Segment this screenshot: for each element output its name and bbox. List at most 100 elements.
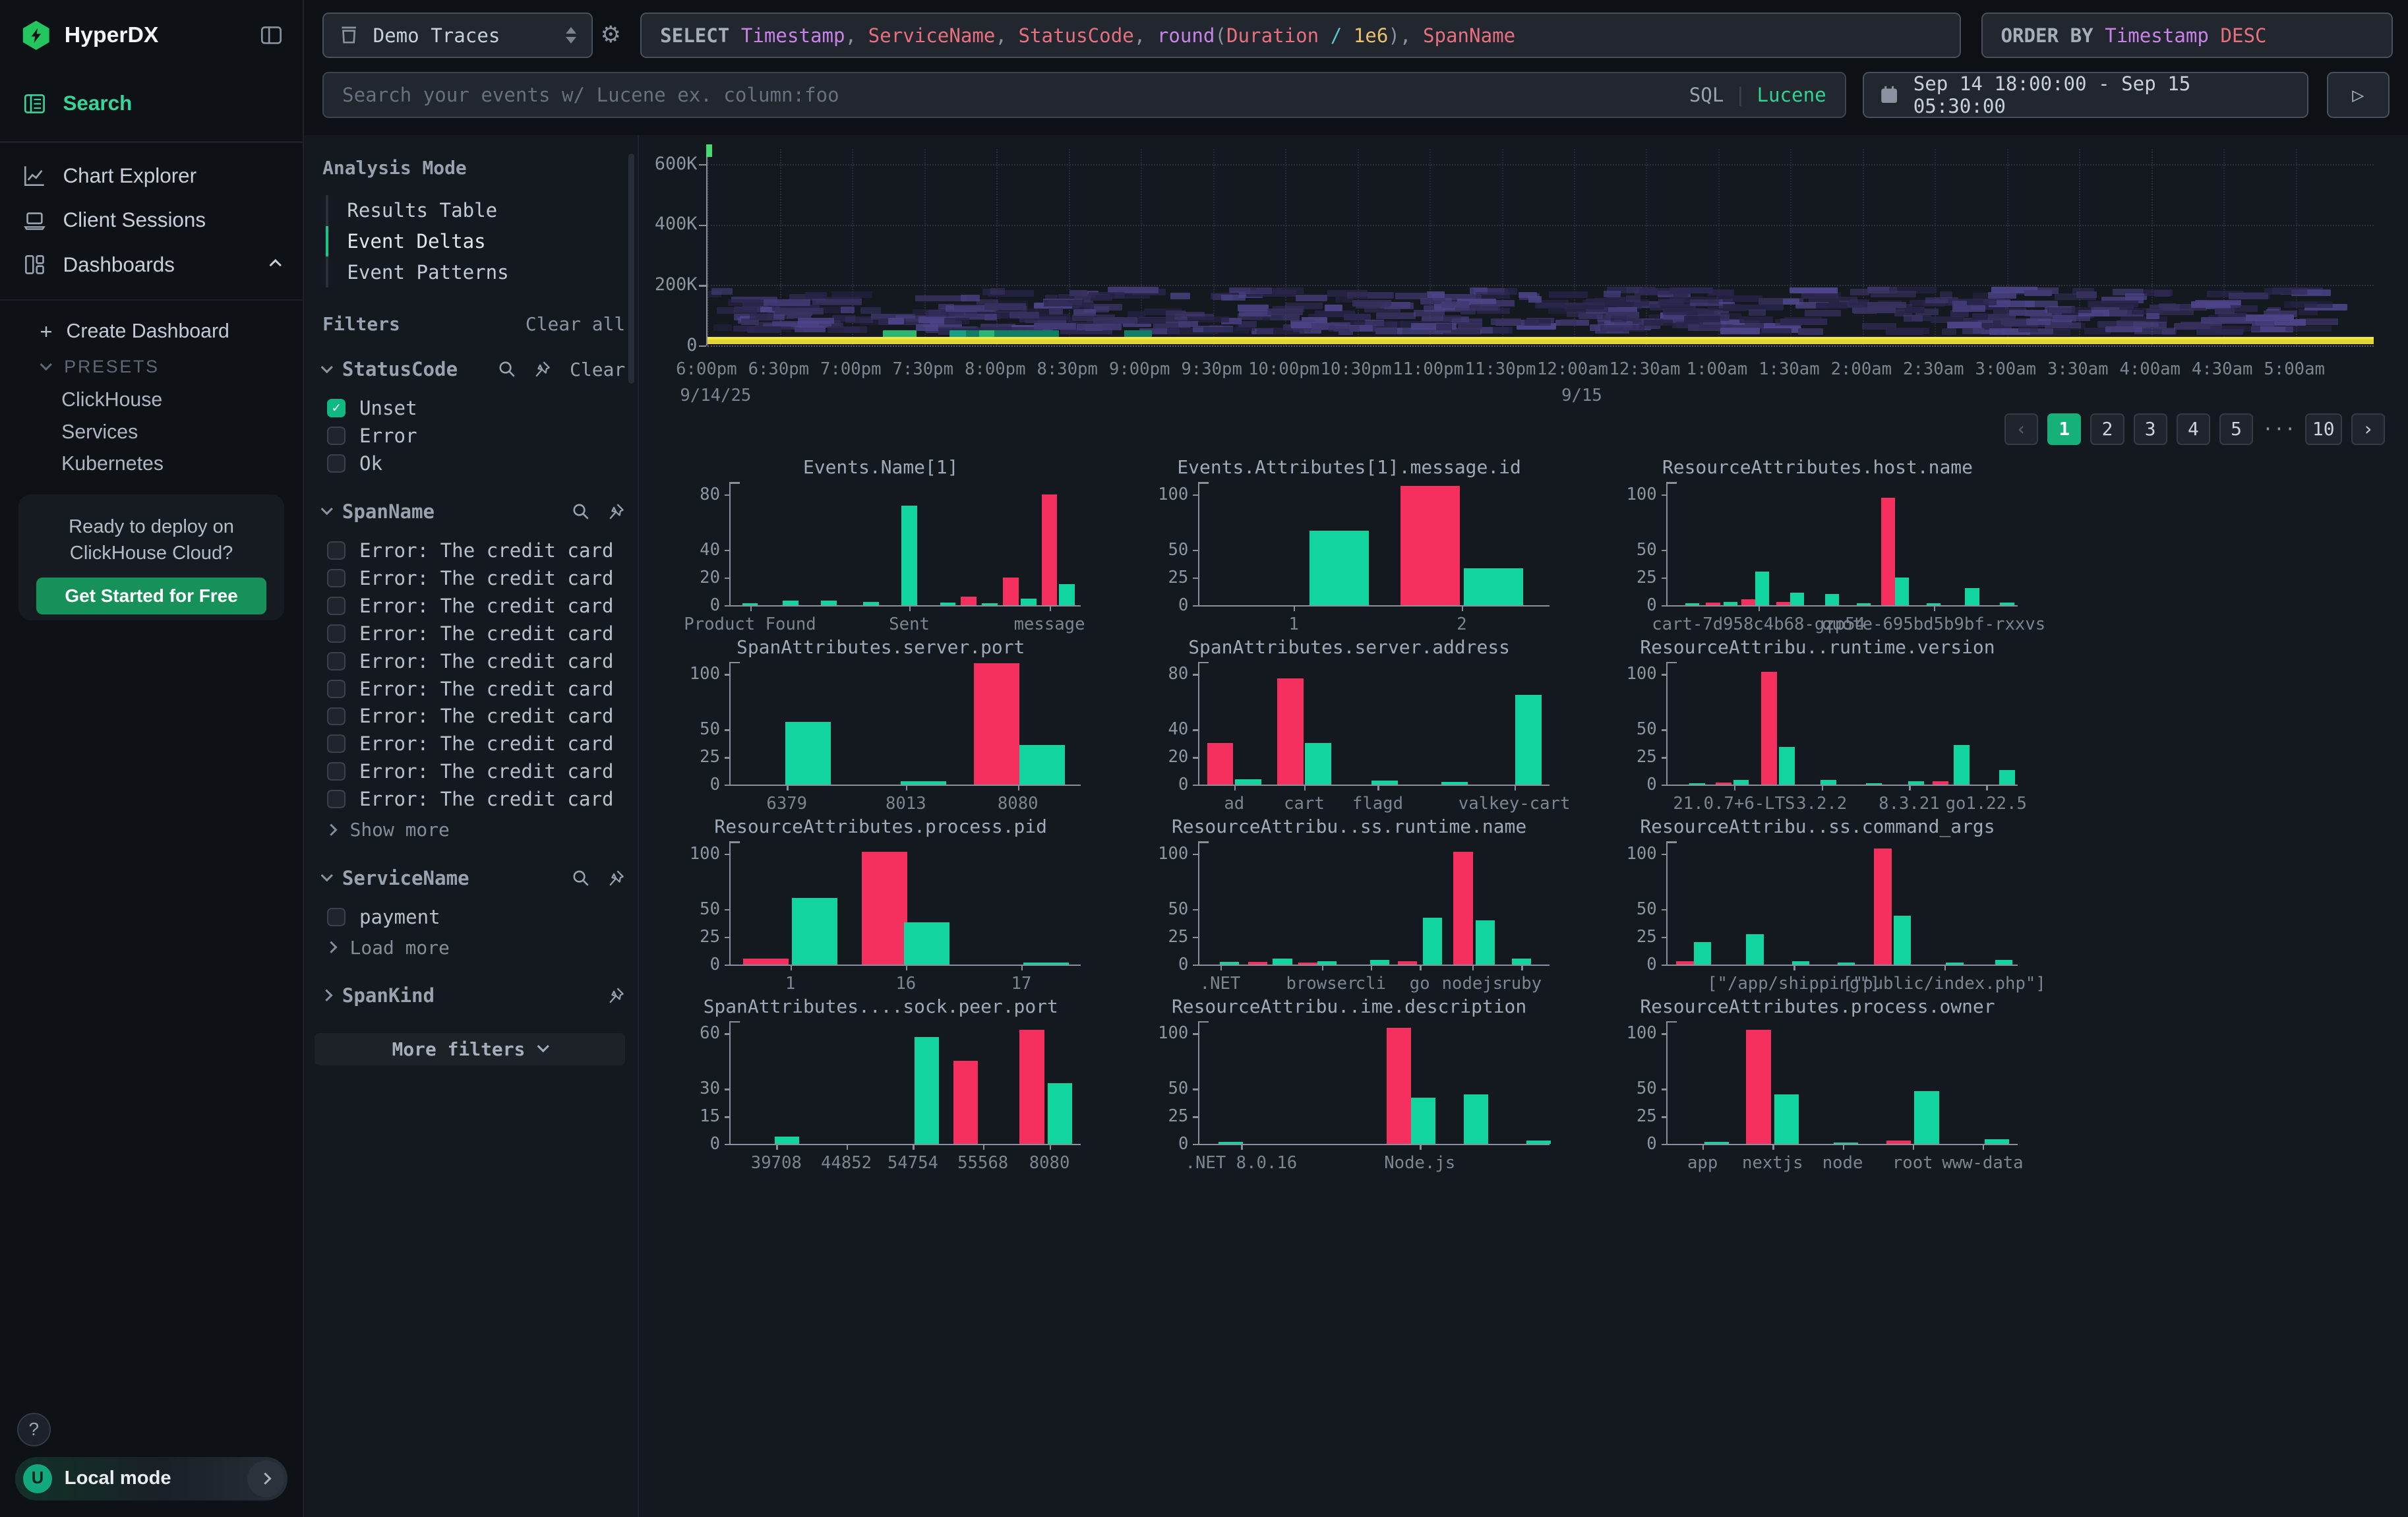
bar-green[interactable]	[1309, 531, 1369, 605]
filter-group-header-statuscode[interactable]: StatusCodeClear	[322, 358, 625, 380]
bar-red[interactable]	[1886, 1141, 1911, 1144]
bar-green[interactable]	[1985, 1139, 2009, 1144]
clear-all-button[interactable]: Clear all	[526, 313, 625, 335]
bar-red[interactable]	[1746, 1030, 1770, 1144]
filter-option[interactable]: Error: The credit card (…	[327, 730, 625, 758]
page-button-1[interactable]: 1	[2047, 413, 2081, 446]
bar-green[interactable]	[1790, 593, 1804, 605]
bar-green[interactable]	[775, 1137, 799, 1144]
bar-green[interactable]	[1219, 1142, 1243, 1144]
filter-group-clear-button[interactable]: Clear	[570, 359, 625, 380]
get-started-button[interactable]: Get Started for Free	[36, 578, 266, 614]
bar-red[interactable]	[862, 852, 907, 965]
bar-red[interactable]	[1741, 599, 1755, 605]
run-query-button[interactable]: ▷	[2327, 72, 2390, 118]
pin-icon[interactable]	[533, 360, 551, 378]
filter-option[interactable]: Error: The credit card (…	[327, 564, 625, 592]
bar-red[interactable]	[1933, 781, 1948, 785]
bar-red[interactable]	[1400, 486, 1460, 605]
page-next-button[interactable]: ›	[2351, 413, 2385, 446]
checkbox-checked[interactable]: ✓	[327, 399, 346, 417]
bar-green[interactable]	[1685, 603, 1699, 605]
filter-option[interactable]: Error	[327, 422, 625, 450]
bar-green[interactable]	[901, 506, 917, 605]
bar-green[interactable]	[1999, 770, 2015, 785]
filter-option[interactable]: Error: The credit card (…	[327, 592, 625, 620]
bar-green[interactable]	[1895, 578, 1909, 605]
bar-green[interactable]	[1965, 588, 1979, 605]
bar-red[interactable]	[1453, 852, 1472, 965]
bar-green[interactable]	[1894, 916, 1911, 965]
bar-red[interactable]	[1398, 961, 1417, 965]
chart-plot[interactable]: 0204080Product FoundSentmessage	[729, 482, 1081, 606]
timeline-plot[interactable]	[706, 149, 2374, 345]
more-filters-button[interactable]: More filters	[315, 1033, 624, 1065]
sidebar-item-client-sessions[interactable]: Client Sessions	[0, 198, 303, 243]
bar-red[interactable]	[1387, 1028, 1411, 1144]
filter-option[interactable]: payment	[327, 903, 625, 931]
page-button-3[interactable]: 3	[2134, 413, 2167, 446]
sidebar-item-dashboards[interactable]: Dashboards	[0, 243, 303, 287]
search-icon[interactable]	[572, 502, 590, 521]
filter-option[interactable]: Ok	[327, 450, 625, 477]
pin-icon[interactable]	[607, 986, 625, 1005]
bar-green[interactable]	[1694, 942, 1712, 965]
bar-red[interactable]	[1042, 494, 1058, 605]
chart-plot[interactable]: 02550100["/app/shipping"]["public/index.…	[1666, 841, 2018, 965]
bar-green[interactable]	[1689, 783, 1705, 785]
bar-green[interactable]	[1464, 1094, 1488, 1144]
bar-green[interactable]	[915, 1037, 939, 1144]
bar-red[interactable]	[953, 1061, 978, 1144]
chart-plot[interactable]: 0255010012	[1198, 482, 1550, 606]
chart-plot[interactable]: 02550100cart-7d958c4b68-gzp54quote-695bd…	[1666, 482, 2018, 606]
bar-red[interactable]	[1019, 1030, 1044, 1144]
bar-green[interactable]	[1370, 960, 1389, 965]
search-input[interactable]: Search your events w/ Lucene ex. column:…	[322, 72, 1846, 118]
filter-option[interactable]: ✓Unset	[327, 394, 625, 422]
bar-green[interactable]	[1515, 695, 1542, 785]
search-icon[interactable]	[498, 360, 516, 378]
bar-red[interactable]	[1716, 783, 1731, 785]
checkbox[interactable]	[327, 762, 346, 781]
bar-red[interactable]	[1881, 498, 1895, 605]
bar-red[interactable]	[1207, 743, 1234, 785]
presets-toggle[interactable]: PRESETS	[0, 350, 303, 384]
bar-green[interactable]	[904, 922, 949, 965]
show-more-button[interactable]: Show more	[327, 816, 625, 844]
bar-green[interactable]	[1441, 782, 1468, 785]
bar-green[interactable]	[863, 602, 879, 605]
bar-green[interactable]	[940, 603, 956, 605]
bar-green[interactable]	[821, 601, 837, 605]
bar-green[interactable]	[1995, 960, 2013, 965]
bar-green[interactable]	[783, 601, 798, 605]
bar-green[interactable]	[1059, 584, 1075, 605]
bar-red[interactable]	[1874, 848, 1892, 965]
bar-green[interactable]	[1305, 743, 1331, 785]
bar-green[interactable]	[1724, 602, 1737, 605]
chart-plot[interactable]: 0255010021.0.7+6-LTS3.2.28.3.21go1.22.5	[1666, 662, 2018, 786]
search-icon[interactable]	[572, 869, 590, 887]
select-clause-input[interactable]: SELECT Timestamp, ServiceName, StatusCod…	[640, 13, 1961, 59]
bar-green[interactable]	[1834, 1143, 1858, 1144]
checkbox[interactable]	[327, 680, 346, 698]
bar-green[interactable]	[1704, 1142, 1729, 1144]
sidebar-item-search[interactable]: Search	[0, 81, 303, 126]
bar-red[interactable]	[1298, 963, 1317, 964]
preset-item-kubernetes[interactable]: Kubernetes	[0, 448, 303, 481]
page-button-2[interactable]: 2	[2090, 413, 2124, 446]
filter-option[interactable]: Error: The credit card (…	[327, 758, 625, 785]
bar-green[interactable]	[1825, 594, 1839, 605]
checkbox[interactable]	[327, 569, 346, 587]
bar-red[interactable]	[1776, 602, 1790, 605]
bar-red[interactable]	[1248, 962, 1267, 964]
chart-plot[interactable]: 0153060397084485254754555688080	[729, 1021, 1081, 1145]
local-mode-expand[interactable]	[247, 1460, 284, 1497]
page-button-4[interactable]: 4	[2177, 413, 2210, 446]
bar-green[interactable]	[792, 898, 837, 965]
bar-green[interactable]	[982, 603, 998, 605]
bar-green[interactable]	[1857, 603, 1871, 605]
bar-green[interactable]	[901, 781, 946, 785]
local-mode-button[interactable]: U Local mode	[15, 1457, 287, 1500]
bar-green[interactable]	[1235, 779, 1261, 785]
analysis-mode-results-table[interactable]: Results Table	[326, 195, 626, 226]
